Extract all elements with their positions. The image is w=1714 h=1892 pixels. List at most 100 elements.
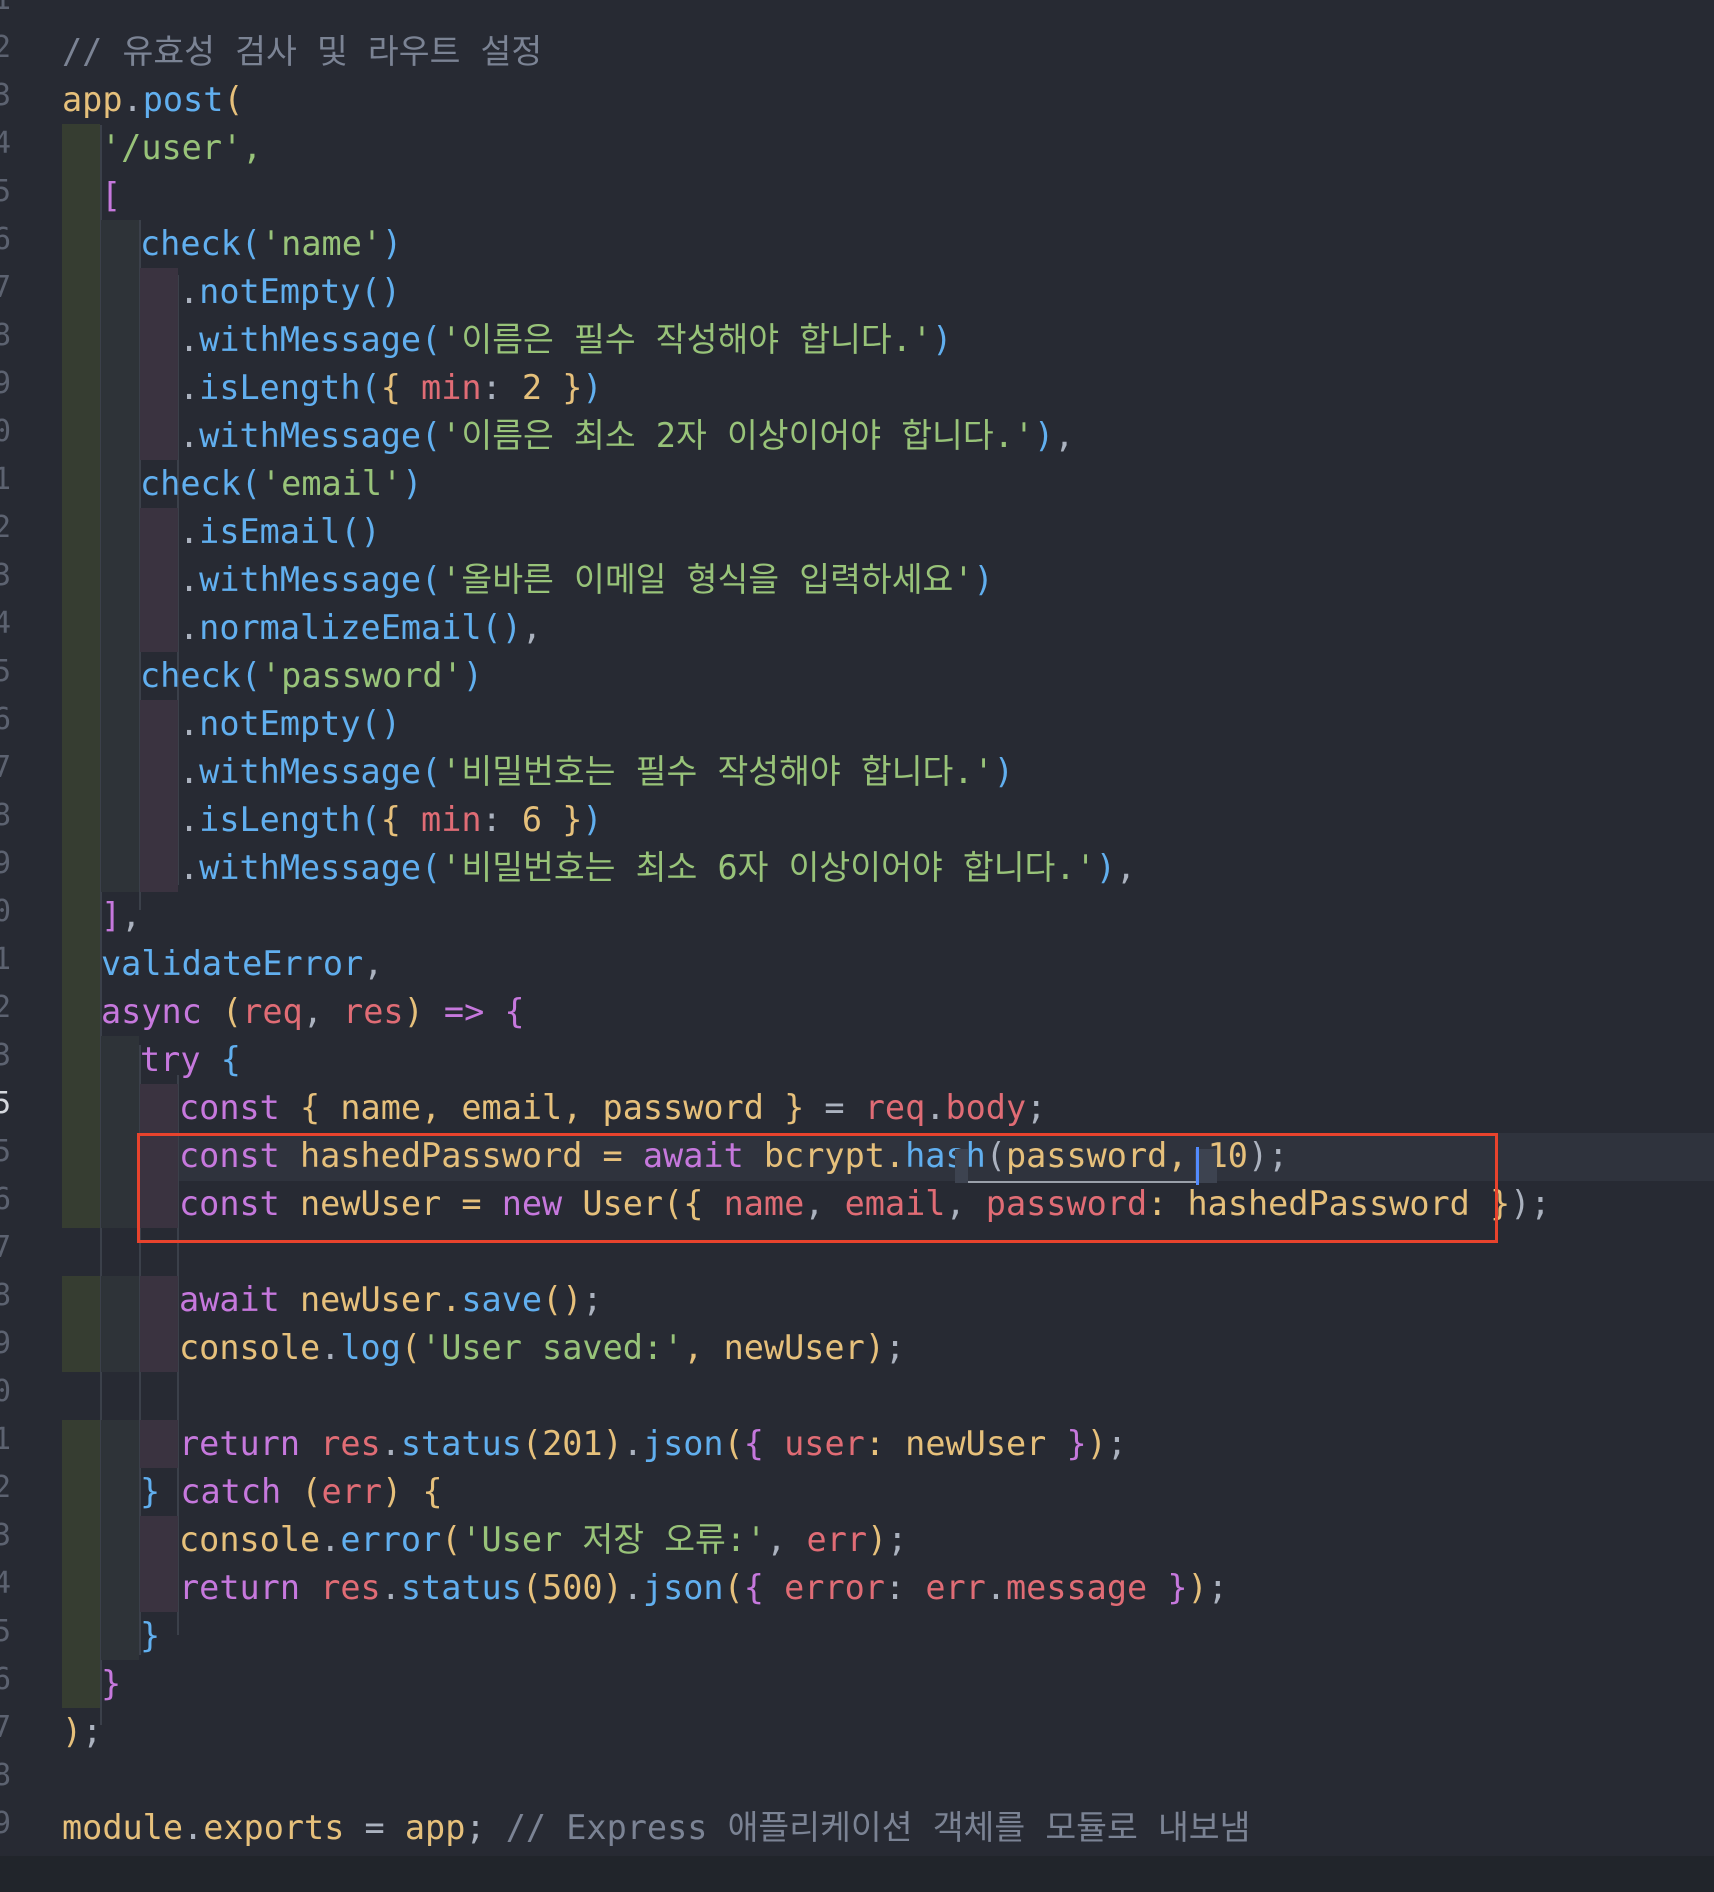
code-line[interactable]: .isEmail() [62,508,381,556]
code-line[interactable]: check('name') [62,220,402,268]
code-token: ) [1095,848,1116,887]
code-token: } [140,1472,161,1511]
code-line[interactable]: console.log('User saved:', newUser); [62,1324,905,1372]
code-token: withMessage [199,848,422,887]
line-number: 2 [0,30,12,65]
code-token: , [302,992,344,1031]
code-line[interactable]: validateError, [62,940,383,988]
code-token: ; [884,1328,906,1367]
line-number: 3 [0,1038,12,1073]
code-line[interactable]: // 유효성 검사 및 라우트 설정 [62,28,542,76]
code-token: isEmail [199,512,341,551]
code-token: 'User 저장 오류:' [461,1520,767,1559]
code-line[interactable]: [ [62,172,121,220]
code-line[interactable]: app.post( [62,76,244,124]
code-line[interactable]: const { name, email, password } = req.bo… [62,1084,1046,1132]
line-number: 4 [0,1566,12,1601]
code-token: return [179,1568,301,1607]
line-number: 3 [0,78,12,113]
code-token: . [320,1520,341,1559]
code-token: user [784,1424,865,1463]
code-line[interactable]: .isLength({ min: 6 }) [62,796,603,844]
line-number: 3 [0,1518,12,1553]
code-token: ) [1086,1424,1107,1463]
code-line[interactable]: ], [62,892,141,940]
line-number: 1 [0,1422,12,1457]
code-token: try [140,1040,201,1079]
code-token: ; [1026,1088,1047,1127]
code-token: { [380,368,401,407]
code-token: app [62,80,123,119]
code-line[interactable]: '/user', [62,124,262,172]
code-token: ) [867,1520,888,1559]
code-token: ) [582,800,603,839]
code-token: message [1006,1568,1148,1607]
line-number: 3 [0,558,12,593]
code-token: , [1115,848,1137,887]
code-token: name, email, password [320,1088,785,1127]
code-line[interactable]: return res.status(500).json({ error: err… [62,1564,1228,1612]
line-number: 1 [0,942,12,977]
code-line[interactable]: .withMessage('이름은 필수 작성해야 합니다.') [62,316,952,364]
line-number: 1 [0,0,11,24]
code-line[interactable]: .withMessage('비밀번호는 필수 작성해야 합니다.') [62,748,1014,796]
code-token: . [925,1088,946,1127]
code-token: () [542,1280,583,1319]
code-line[interactable]: check('email') [62,460,422,508]
code-token: res [320,1424,381,1463]
line-number: 6 [0,1662,12,1697]
code-token: . [179,704,200,743]
code-line[interactable]: check('password') [62,652,483,700]
code-token: app [404,1808,466,1847]
code-line[interactable]: .notEmpty() [62,268,401,316]
code-token: newUser. [279,1280,462,1319]
code-token: () [340,512,381,551]
line-number: 0 [0,894,12,929]
code-line[interactable]: async (req, res) => { [62,988,525,1036]
code-line[interactable]: console.error('User 저장 오류:', err); [62,1516,907,1564]
code-line[interactable]: .notEmpty() [62,700,401,748]
line-number: 6 [0,222,12,257]
code-token: status [400,1424,522,1463]
code-token: '비밀번호는 필수 작성해야 합니다.' [441,752,994,791]
line-number: 8 [0,798,12,833]
code-line[interactable]: .isLength({ min: 2 }) [62,364,603,412]
highlight-box [137,1133,1498,1243]
code-token: ( [723,1568,744,1607]
code-line[interactable]: .withMessage('올바른 이메일 형식을 입력하세요') [62,556,994,604]
code-token: normalizeEmail [199,608,482,647]
code-line[interactable]: return res.status(201).json({ user: newU… [62,1420,1127,1468]
code-line[interactable]: } [62,1612,160,1660]
code-line[interactable]: } catch (err) { [62,1468,443,1516]
code-line[interactable]: .withMessage('비밀번호는 최소 6자 이상이어야 합니다.'), [62,844,1136,892]
code-token: { [300,1088,321,1127]
code-line[interactable]: .withMessage('이름은 최소 2자 이상이어야 합니다.'), [62,412,1074,460]
code-line[interactable]: module.exports = app; // Express 애플리케이션 … [62,1804,1250,1852]
code-line[interactable]: ); [62,1708,102,1756]
code-token: async [101,992,202,1031]
code-line[interactable]: } [62,1660,121,1708]
line-number: 2 [0,510,12,545]
code-token: notEmpty [199,272,361,311]
code-token: . [380,1424,401,1463]
code-token: error [340,1520,442,1559]
code-token: res [320,1568,381,1607]
code-token: ) [382,224,403,263]
code-line[interactable]: try { [62,1036,241,1084]
code-token: { [380,800,401,839]
code-token: check [140,464,241,503]
code-token: . [320,1328,341,1367]
code-line[interactable]: .normalizeEmail(), [62,604,542,652]
code-token: err [806,1520,868,1559]
code-line[interactable]: await newUser.save(); [62,1276,603,1324]
code-token: { [504,992,525,1031]
code-token: ) [864,1328,885,1367]
code-token: ) [462,656,483,695]
code-token: // 유효성 검사 및 라우트 설정 [62,32,543,71]
code-token: withMessage [199,320,422,359]
